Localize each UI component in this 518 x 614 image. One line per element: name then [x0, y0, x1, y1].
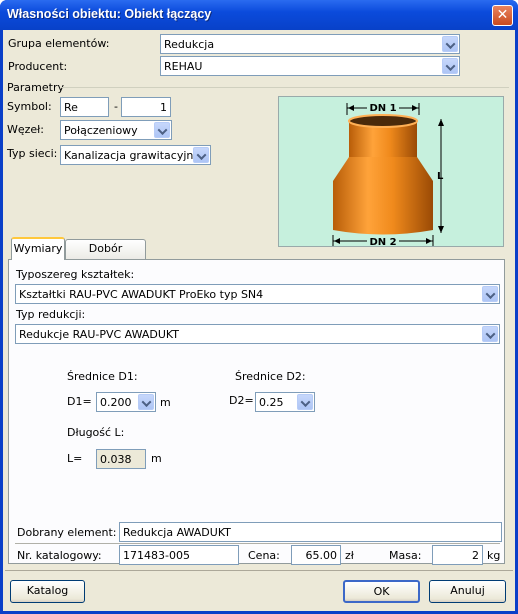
series-select[interactable]: Kształtki RAU-PVC AWADUKT ProEko typ SN4	[15, 284, 500, 304]
node-select[interactable]: Połączeniowy	[60, 120, 172, 140]
length-readonly-field: 0.038	[96, 449, 146, 469]
d1-select-value: 0.200	[100, 396, 132, 409]
dn2-label: DN 2	[369, 237, 396, 246]
tab-dobor-srednicy[interactable]: Dobór średnicy	[65, 239, 146, 273]
mass-field[interactable]: 2	[432, 545, 483, 565]
d1-unit: m	[160, 396, 171, 409]
d2-heading: Średnice D2:	[235, 370, 306, 383]
tab-wymiary[interactable]: Wymiary	[11, 237, 65, 260]
chevron-down-icon[interactable]	[154, 122, 170, 138]
chevron-down-icon[interactable]	[482, 286, 498, 302]
close-button[interactable]: ✕	[492, 5, 513, 26]
tab-panel: Typoszereg kształtek: Kształtki RAU-PVC …	[8, 259, 505, 564]
chosen-element-label: Dobrany element:	[17, 526, 117, 539]
catalog-button[interactable]: Katalog	[10, 580, 85, 603]
pipe-body	[333, 181, 433, 235]
node-label: Węzeł:	[7, 123, 45, 136]
series-select-value: Kształtki RAU-PVC AWADUKT ProEko typ SN4	[19, 288, 264, 301]
symbol-prefix-input[interactable]: Re	[60, 97, 109, 117]
window-title: Własności obiektu: Obiekt łączący	[7, 7, 212, 21]
dialog-client: Grupa elementów: Redukcja Producent: REH…	[3, 30, 515, 611]
net-type-select-value: Kanalizacja grawitacyjna	[64, 149, 201, 162]
reduction-type-value: Redukcje RAU-PVC AWADUKT	[19, 328, 180, 341]
reducer-illustration: DN 1 L DN 2	[279, 97, 503, 246]
chevron-down-icon[interactable]	[138, 394, 154, 410]
length-label: L	[437, 171, 444, 182]
chevron-down-icon[interactable]	[442, 36, 458, 52]
price-label: Cena:	[248, 549, 280, 562]
producer-label: Producent:	[8, 60, 68, 73]
producer-select-value: REHAU	[164, 60, 203, 73]
catalog-number-label: Nr. katalogowy:	[17, 549, 102, 562]
series-label: Typoszereg kształtek:	[16, 268, 135, 281]
panel-divider	[15, 543, 500, 544]
d2-select[interactable]: 0.25	[255, 392, 315, 412]
net-type-select[interactable]: Kanalizacja grawitacyjna	[60, 145, 211, 165]
length-heading: Długość L:	[67, 426, 125, 439]
params-group-title: Parametry	[7, 81, 64, 94]
d1-heading: Średnice D1:	[67, 370, 138, 383]
dialog-window: Własności obiektu: Obiekt łączący ✕ Grup…	[0, 0, 518, 614]
group-select-value: Redukcja	[164, 38, 215, 51]
chevron-down-icon[interactable]	[193, 147, 209, 163]
tab-wymiary-label: Wymiary	[13, 242, 63, 255]
chevron-down-icon[interactable]	[297, 394, 313, 410]
producer-select[interactable]: REHAU	[160, 56, 460, 76]
chevron-down-icon[interactable]	[482, 326, 498, 342]
chevron-down-icon[interactable]	[442, 58, 458, 74]
net-type-label: Typ sieci:	[7, 147, 58, 160]
d1-label: D1=	[67, 395, 92, 408]
ok-button[interactable]: OK	[343, 580, 420, 603]
mass-unit: kg	[487, 549, 501, 562]
node-select-value: Połączeniowy	[64, 124, 138, 137]
price-field[interactable]: 65.00	[291, 545, 341, 565]
group-label: Grupa elementów:	[8, 37, 110, 50]
chosen-element-field[interactable]: Redukcja AWADUKT	[119, 522, 502, 542]
group-select[interactable]: Redukcja	[160, 34, 460, 54]
price-unit: zł	[345, 549, 354, 562]
cancel-button[interactable]: Anuluj	[429, 580, 506, 603]
params-divider	[61, 87, 509, 88]
title-bar[interactable]: Własności obiektu: Obiekt łączący ✕	[0, 0, 518, 30]
reduction-type-select[interactable]: Redukcje RAU-PVC AWADUKT	[15, 324, 500, 344]
catalog-number-field[interactable]: 171483-005	[119, 545, 239, 565]
d1-select[interactable]: 0.200	[96, 392, 156, 412]
length-unit: m	[151, 452, 162, 465]
length-eq-label: L=	[67, 452, 83, 465]
reduction-type-label: Typ redukcji:	[16, 308, 86, 321]
reducer-diagram: DN 1 L DN 2	[278, 96, 504, 247]
symbol-label: Symbol:	[7, 100, 52, 113]
pipe-cone	[333, 157, 433, 181]
close-icon: ✕	[496, 7, 509, 23]
dn1-label: DN 1	[369, 103, 396, 114]
symbol-number-input[interactable]: 1	[121, 97, 171, 117]
d2-select-value: 0.25	[259, 396, 284, 409]
d2-label: D2=	[229, 394, 254, 407]
symbol-separator: -	[114, 100, 118, 113]
footer-divider	[5, 570, 513, 571]
mass-label: Masa:	[389, 549, 422, 562]
